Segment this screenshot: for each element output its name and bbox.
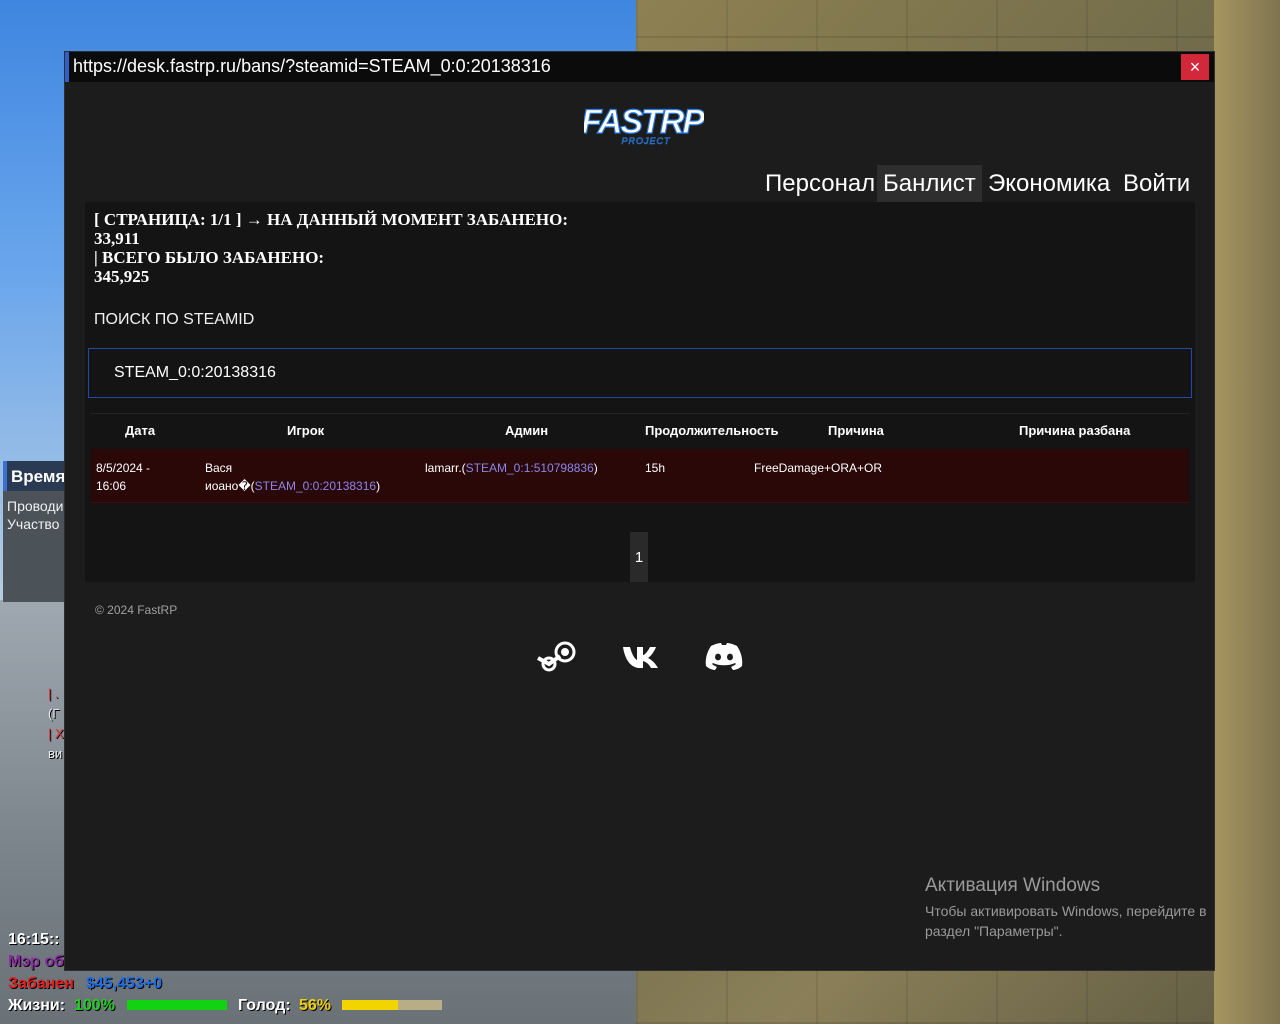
activation-description: Чтобы активировать Windows, перейдите в … bbox=[925, 903, 1207, 939]
hud-info-panel-line: Проводи bbox=[7, 498, 64, 514]
hud-hunger-bar bbox=[342, 1000, 442, 1010]
hud-hunger-fill bbox=[342, 1000, 398, 1010]
cell-duration: 15h bbox=[645, 461, 666, 475]
web-page: FASTRP PROJECT Персонал Банлист Экономик… bbox=[69, 82, 1214, 970]
player-name-line2: иоано�(STEAM_0:0:20138316) bbox=[205, 477, 380, 495]
hud-health-value: 100% bbox=[74, 997, 115, 1014]
player-name-rest: иоано�( bbox=[205, 479, 255, 493]
hud-info-panel-line: Участво bbox=[7, 516, 60, 532]
window-titlebar[interactable]: https://desk.fastrp.ru/bans/?steamid=STE… bbox=[65, 52, 1214, 82]
hud-hunger-label: Голод: bbox=[238, 997, 291, 1014]
col-header-unban-reason: Причина разбана bbox=[1019, 423, 1131, 438]
hud-health-fill bbox=[127, 1000, 227, 1010]
cell-player: Вася иоано�(STEAM_0:0:20138316) bbox=[205, 459, 380, 495]
main-nav: Персонал Банлист Экономика Войти bbox=[69, 165, 1194, 203]
stats-total-label: | ВСЕГО БЫЛО ЗАБАНЕНО: bbox=[94, 248, 325, 267]
hud-health-bar bbox=[127, 1000, 227, 1010]
nav-personal[interactable]: Персонал bbox=[759, 165, 881, 202]
hud-health-label: Жизни: bbox=[8, 997, 66, 1014]
pagination-page-1[interactable]: 1 bbox=[630, 532, 648, 582]
browser-window: https://desk.fastrp.ru/bans/?steamid=STE… bbox=[64, 51, 1215, 971]
admin-steamid-link[interactable]: STEAM_0:1:510798836 bbox=[466, 461, 594, 475]
chat-fragment: ви bbox=[48, 746, 63, 761]
nav-login[interactable]: Войти bbox=[1117, 165, 1196, 202]
hud-info-panel-title: Время bbox=[11, 467, 66, 486]
activation-title: Активация Windows bbox=[925, 875, 1101, 896]
stats-total-banned: 345,925 bbox=[94, 267, 150, 286]
hud-job: Мэр об bbox=[8, 953, 65, 970]
steamid-search-input[interactable] bbox=[88, 348, 1192, 398]
admin-name: lamarr.( bbox=[425, 461, 466, 475]
steam-icon[interactable] bbox=[536, 638, 580, 674]
col-header-reason: Причина bbox=[828, 423, 884, 438]
col-header-duration: Продолжительность bbox=[645, 423, 779, 438]
cell-date-line: 16:06 bbox=[96, 479, 127, 493]
col-header-admin: Админ bbox=[505, 423, 549, 438]
close-button[interactable]: × bbox=[1181, 54, 1209, 80]
stats-current-banned: 33,911 bbox=[94, 229, 140, 248]
hud-hunger-value: 56% bbox=[299, 997, 332, 1014]
search-label: ПОИСК ПО STEAMID bbox=[94, 311, 255, 328]
chat-fragment: (Г bbox=[48, 706, 60, 721]
cell-reason: FreeDamage+ORA+OR bbox=[754, 461, 883, 475]
cell-admin: lamarr.(STEAM_0:1:510798836) bbox=[425, 459, 598, 477]
col-header-date: Дата bbox=[125, 423, 156, 438]
col-header-player: Игрок bbox=[287, 423, 325, 438]
chat-fragment: | Х bbox=[48, 726, 64, 741]
table-row[interactable]: 8/5/2024 - 16:06 Вася иоано�(STEAM_0:0:2… bbox=[91, 449, 1189, 503]
url-address[interactable]: https://desk.fastrp.ru/bans/?steamid=STE… bbox=[73, 56, 551, 77]
footer-copyright: © 2024 FastRP bbox=[95, 603, 178, 617]
admin-close-paren: ) bbox=[593, 461, 598, 475]
logo-subtext: PROJECT bbox=[621, 136, 671, 146]
fastrp-logo[interactable]: FASTRP PROJECT bbox=[584, 100, 704, 148]
cell-date-line: 8/5/2024 - bbox=[96, 461, 151, 475]
player-steamid-link[interactable]: STEAM_0:0:20138316 bbox=[255, 479, 376, 493]
stats-page-line: [ СТРАНИЦА: 1/1 ] → НА ДАННЫЙ МОМЕНТ ЗАБ… bbox=[94, 210, 569, 229]
nav-banlist[interactable]: Банлист bbox=[877, 165, 982, 202]
windows-activation-watermark: Активация Windows Чтобы активировать Win… bbox=[925, 875, 1235, 941]
banlist-content: [ СТРАНИЦА: 1/1 ] → НА ДАННЫЙ МОМЕНТ ЗАБ… bbox=[85, 202, 1195, 582]
vk-icon[interactable] bbox=[619, 638, 663, 674]
chat-fragment: | . bbox=[48, 686, 59, 701]
hud-status: Забанен bbox=[8, 975, 74, 992]
hud-money: $45,453+0 bbox=[86, 975, 163, 992]
game-wall-edge bbox=[1214, 0, 1280, 1024]
table-divider bbox=[91, 413, 1189, 414]
nav-economy[interactable]: Экономика bbox=[982, 165, 1116, 202]
discord-icon[interactable] bbox=[702, 638, 746, 674]
player-name: Вася bbox=[205, 461, 233, 475]
cell-date: 8/5/2024 - 16:06 bbox=[96, 459, 150, 495]
player-close-paren: ) bbox=[376, 479, 381, 493]
hud-time: 16:15:: bbox=[8, 931, 60, 948]
